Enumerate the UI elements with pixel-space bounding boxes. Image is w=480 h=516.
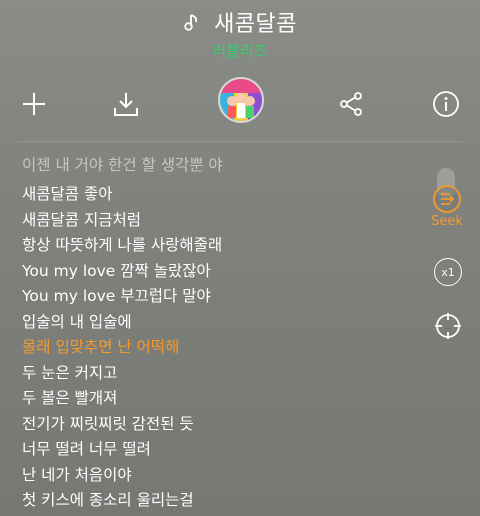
album-cover-image — [220, 79, 262, 121]
seek-icon — [433, 185, 461, 213]
lyric-line[interactable]: 항상 따뜻하게 나를 사랑해줄래 — [22, 233, 412, 259]
lyric-line[interactable]: 이젠 내 거야 한건 할 생각뿐 야 — [22, 156, 412, 174]
lyric-line[interactable]: 새콤달콤 좋아 — [22, 182, 412, 208]
download-button[interactable] — [106, 84, 146, 124]
seek-label: Seek — [431, 214, 463, 229]
lyric-line[interactable]: 난 네가 처음이야 — [22, 463, 412, 489]
share-button[interactable] — [331, 84, 371, 124]
title-row: 새콤달콤 — [0, 6, 480, 38]
lyric-line-active[interactable]: 몰래 입맞추면 난 어떡해 — [22, 335, 412, 361]
download-icon — [114, 93, 138, 116]
playback-speed-button[interactable]: x1 — [434, 258, 462, 286]
lyric-line[interactable]: 너무 떨려 너무 떨려 — [22, 437, 412, 463]
seek-button[interactable] — [431, 183, 463, 215]
divider — [18, 141, 462, 142]
lyrics-panel[interactable]: 이젠 내 거야 한건 할 생각뿐 야새콤달콤 좋아 새콤달콤 지금처럼 항상 따뜻하… — [22, 156, 412, 514]
song-title: 새콤달콤 — [214, 12, 298, 37]
player-header: 새콤달콤 러블리즈 — [0, 0, 480, 64]
info-button[interactable] — [426, 84, 466, 124]
lyric-line[interactable]: You my love 부끄럽다 말야 — [22, 284, 412, 310]
add-button[interactable] — [14, 84, 54, 124]
lyric-line[interactable]: 입술의 내 입술에 — [22, 310, 412, 336]
lyric-line[interactable]: 첫 키스에 종소리 울리는걸 — [22, 488, 412, 514]
speed-label: x1 — [441, 265, 455, 279]
artist-name[interactable]: 러블리즈 — [0, 40, 480, 61]
music-note-icon — [183, 11, 203, 33]
plus-icon — [23, 93, 45, 115]
lyric-line[interactable]: 두 볼은 빨개져 — [22, 386, 412, 412]
locate-current-line-button[interactable] — [434, 312, 462, 340]
lyric-line[interactable]: 두 눈은 커지고 — [22, 361, 412, 387]
info-icon — [433, 91, 459, 117]
lyric-line[interactable]: 전기가 찌릿찌릿 감전된 듯 — [22, 412, 412, 438]
lyric-line[interactable]: You my love 깜짝 놀랐잖아 — [22, 259, 412, 285]
crosshair-icon — [435, 313, 461, 339]
lyric-line[interactable]: 새콤달콤 지금처럼 — [22, 208, 412, 234]
share-icon — [340, 92, 362, 116]
album-art[interactable] — [218, 77, 264, 123]
